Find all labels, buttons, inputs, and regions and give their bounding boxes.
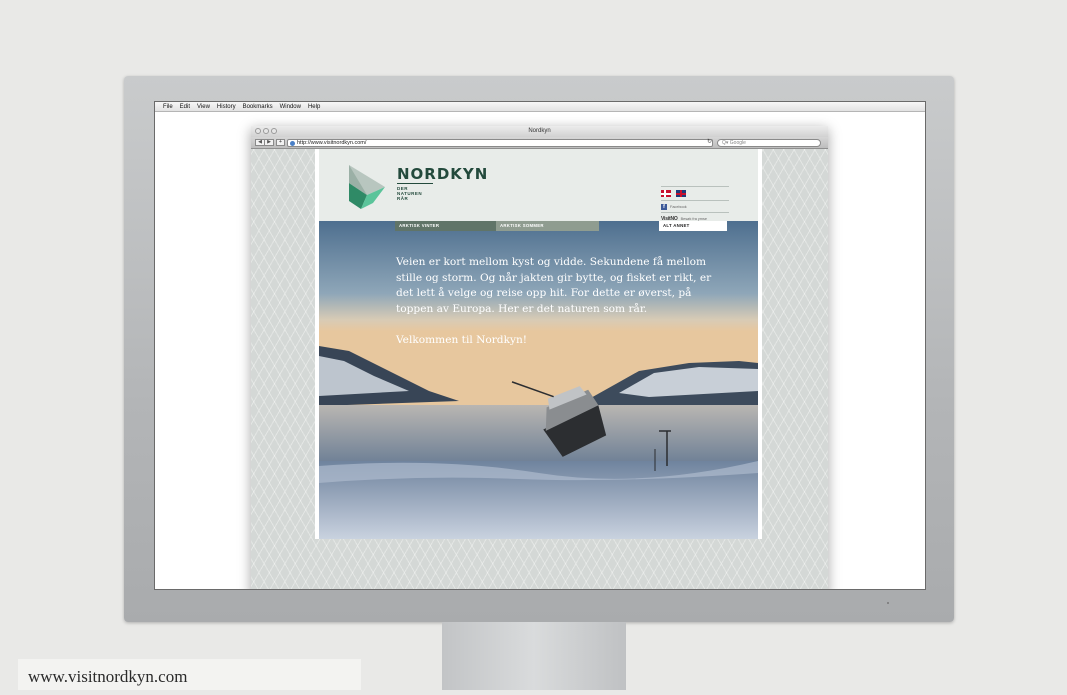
nordkyn-logo-icon[interactable] (347, 165, 387, 211)
menu-history[interactable]: History (217, 102, 236, 112)
english-flag-icon[interactable] (676, 190, 686, 197)
brand-divider (397, 183, 433, 184)
reload-icon[interactable]: ↻ (707, 139, 712, 146)
monitor-screen: File Edit View History Bookmarks Window … (154, 101, 926, 590)
tagline-line-3: RÅR (397, 196, 409, 201)
address-bar[interactable]: http://www.visitnordkyn.com/ (287, 139, 713, 147)
browser-titlebar: Nordkyn (251, 126, 828, 137)
website: NORDKYN DER NATUREN RÅR f Facebook Visit… (315, 149, 762, 539)
hero-intro: Veien er kort mellom kyst og vidde. Seku… (396, 255, 726, 365)
menu-help[interactable]: Help (308, 102, 320, 112)
nav-arktisk-sommer[interactable]: ARKTISK SOMMER (496, 221, 599, 231)
add-bookmark-button[interactable]: + (276, 139, 285, 146)
browser-window: Nordkyn ◀ ▶ + http://www.visitnordkyn.co… (251, 126, 828, 589)
nav-alt-annet[interactable]: ALT ANNET (659, 221, 727, 231)
address-url: http://www.visitnordkyn.com/ (297, 140, 367, 146)
site-caption: www.visitnordkyn.com (18, 659, 361, 690)
menu-window[interactable]: Window (280, 102, 301, 112)
hero-welcome: Velkommen til Nordkyn! (396, 334, 528, 347)
browser-toolbar: ◀ ▶ + http://www.visitnordkyn.com/ ↻ Q▾ … (251, 137, 828, 149)
facebook-label: Facebook (670, 204, 687, 209)
forward-button[interactable]: ▶ (264, 139, 274, 146)
power-indicator (887, 602, 889, 604)
globe-icon (290, 140, 295, 146)
utility-links: f Facebook VisitNO Besøk fra ymse (661, 185, 729, 223)
window-title: Nordkyn (528, 128, 551, 134)
nav-arktisk-vinter[interactable]: ARKTISK VINTER (395, 221, 496, 231)
monitor-stand (442, 622, 626, 690)
divider (661, 212, 729, 213)
visitnorway-text: Besøk fra ymse (680, 216, 707, 221)
menu-bookmarks[interactable]: Bookmarks (243, 102, 273, 112)
hero-image: Veien er kort mellom kyst og vidde. Seku… (319, 221, 758, 539)
facebook-link[interactable]: f Facebook (661, 202, 729, 211)
divider (661, 200, 729, 201)
hero-paragraph: Veien er kort mellom kyst og vidde. Seku… (396, 256, 712, 315)
search-placeholder: Google (729, 140, 746, 146)
menu-view[interactable]: View (197, 102, 210, 112)
brand-name[interactable]: NORDKYN (397, 165, 488, 183)
norwegian-flag-icon[interactable] (661, 190, 671, 197)
divider (661, 186, 729, 187)
desktop-menubar: File Edit View History Bookmarks Window … (155, 102, 925, 112)
tagline: DER NATUREN RÅR (397, 186, 422, 201)
menu-edit[interactable]: Edit (180, 102, 190, 112)
menu-file[interactable]: File (163, 102, 173, 112)
search-icon: Q▾ (722, 140, 729, 146)
facebook-icon: f (661, 203, 667, 210)
search-field[interactable]: Q▾ Google (717, 139, 821, 147)
main-navigation: ARKTISK VINTER ARKTISK SOMMER ALT ANNET (395, 221, 728, 231)
site-header: NORDKYN DER NATUREN RÅR f Facebook Visit… (319, 149, 758, 223)
language-switcher (661, 188, 729, 199)
